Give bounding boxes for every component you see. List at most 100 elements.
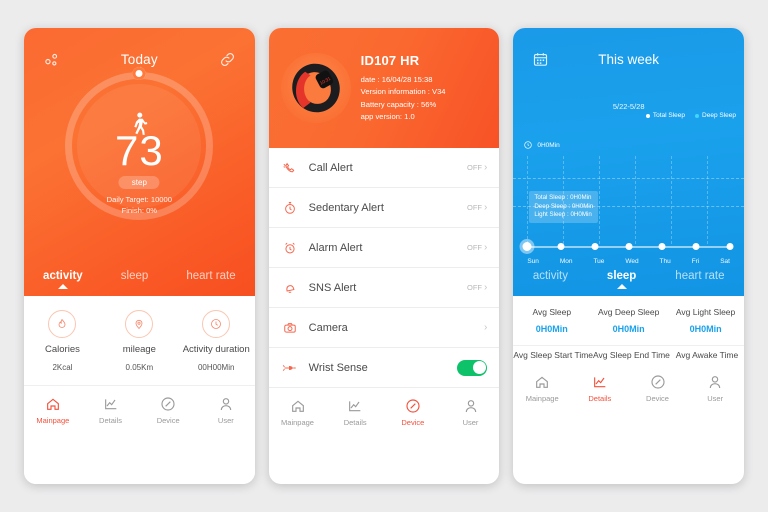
stat-avg-sleep-end-time: Avg Sleep End Time	[593, 346, 670, 364]
sleep-chart-hero: This week 5/22-5/28 Total Sleep Deep Sle…	[513, 28, 745, 296]
data-point-mon[interactable]	[557, 243, 565, 250]
tab-heart-rate[interactable]: heart rate	[671, 270, 728, 282]
tab-activity[interactable]: activity	[39, 270, 87, 282]
page-title: This week	[598, 51, 660, 67]
data-point-sun[interactable]	[522, 242, 532, 251]
date-range: 5/22-5/28	[612, 102, 645, 111]
stat-avg-awake-time: Avg Awake Time	[670, 346, 744, 364]
link-icon[interactable]	[215, 46, 241, 72]
tab-activity[interactable]: activity	[529, 270, 572, 282]
data-point-thu[interactable]	[658, 243, 666, 250]
stat-avg-sleep-start-time: Avg Sleep Start Time	[513, 346, 593, 364]
stat-label: Avg Sleep Start Time	[513, 350, 594, 360]
stat-label: Avg Light Sleep	[675, 307, 736, 317]
nav-device[interactable]: Device	[139, 396, 197, 425]
tab-sleep[interactable]: sleep	[117, 270, 153, 282]
wrist-sense-toggle[interactable]	[457, 359, 488, 376]
nav-details[interactable]: Details	[82, 396, 140, 425]
stat-label: Avg Sleep	[532, 307, 572, 317]
phone2-blank-area	[269, 436, 500, 484]
sleep-topbar: This week	[513, 28, 744, 90]
nav-mainpage[interactable]: Mainpage	[269, 398, 327, 427]
clock-icon	[202, 309, 231, 338]
chevron-right-icon: ›	[484, 201, 488, 213]
stat-mileage[interactable]: mileage 0.05Km	[101, 296, 178, 385]
row-control-group	[457, 359, 488, 376]
nav-label: User	[462, 417, 479, 427]
user-icon	[709, 375, 721, 388]
stat-avg-sleep: Avg Sleep 0H0Min	[513, 296, 590, 345]
nav-details[interactable]: Details	[571, 374, 629, 403]
phone-screen-sleep: This week 5/22-5/28 Total Sleep Deep Sle…	[513, 28, 745, 484]
x-label: Wed	[625, 258, 639, 265]
tab-heart-rate[interactable]: heart rate	[182, 270, 239, 282]
nav-user[interactable]: User	[442, 398, 500, 427]
moon-icon	[524, 141, 533, 149]
nav-label: Device	[156, 415, 180, 425]
sleep-stats: Avg Sleep 0H0Min Avg Deep Sleep 0H0Min A…	[513, 296, 745, 364]
device-battery: Battery capacity : 56%	[360, 99, 437, 109]
nav-label: User	[217, 415, 234, 425]
nav-mainpage[interactable]: Mainpage	[513, 374, 571, 403]
data-point-wed[interactable]	[625, 243, 633, 250]
data-point-fri[interactable]	[692, 243, 700, 250]
device-info: ID107 HR date : 16/04/28 15:38 Version i…	[361, 53, 446, 124]
row-sedentary-alert[interactable]: Sedentary Alert OFF ›	[268, 188, 500, 228]
stat-calories[interactable]: Calories 2Kcal	[24, 296, 101, 385]
nav-device[interactable]: Device	[384, 398, 442, 427]
chart-icon	[104, 398, 116, 409]
vgridline	[527, 156, 529, 244]
stat-activity-duration[interactable]: Activity duration 00H00Min	[178, 296, 255, 385]
x-label: Sun	[527, 258, 539, 265]
x-label: Fri	[691, 258, 700, 265]
nav-label: Details	[343, 417, 367, 427]
nav-mainpage[interactable]: Mainpage	[24, 396, 82, 425]
phone-screen-device: 10:31 ID107 HR date : 16/04/28 15:38 Ver…	[268, 28, 500, 484]
nav-label: Details	[99, 415, 122, 425]
sleep-tabbar: activity sleep heart rate	[513, 266, 744, 296]
stat-avg-light-sleep: Avg Light Sleep 0H0Min	[667, 296, 744, 345]
bell-icon	[281, 281, 299, 295]
row-camera[interactable]: Camera ›	[268, 308, 500, 348]
y-axis-label: 0H0Min	[523, 140, 560, 150]
stat-label: Avg Sleep End Time	[593, 350, 670, 360]
data-point-sat[interactable]	[726, 243, 734, 250]
row-label: Alarm Alert	[308, 241, 363, 254]
row-label: Wrist Sense	[308, 361, 368, 374]
alarm-clock-icon	[281, 241, 299, 255]
data-point-tue[interactable]	[591, 243, 599, 250]
row-sns-alert[interactable]: SNS Alert OFF ›	[268, 268, 500, 308]
phone-screen-activity: Today ⌄ 73 step Daily Target: 10000 Fini…	[24, 28, 255, 484]
phone3-blank-area	[513, 412, 744, 484]
nav-details[interactable]: Details	[326, 398, 384, 427]
row-alarm-alert[interactable]: Alarm Alert OFF ›	[268, 228, 500, 268]
chart-tooltip: Total Sleep : 0H0Min Deep Sleep : 0H0Min…	[529, 191, 599, 223]
activity-tabbar: activity sleep heart rate	[24, 266, 255, 296]
stat-label: Avg Awake Time	[675, 350, 739, 360]
row-wrist-sense[interactable]: Wrist Sense	[268, 348, 500, 388]
phone1-blank-area	[24, 434, 255, 484]
nav-user[interactable]: User	[686, 374, 744, 403]
phone-call-icon	[281, 161, 299, 175]
row-value-group: OFF ›	[467, 242, 487, 253]
stat-label: mileage	[122, 343, 156, 355]
nav-device[interactable]: Device	[629, 374, 687, 403]
nav-user[interactable]: User	[197, 396, 255, 425]
x-label: Mon	[559, 258, 573, 265]
row-label: SNS Alert	[308, 281, 357, 294]
chevron-right-icon: ›	[484, 321, 488, 333]
row-label: Sedentary Alert	[308, 201, 384, 214]
bottom-nav-phone2: Mainpage Details Device User	[269, 388, 500, 436]
tab-sleep[interactable]: sleep	[603, 270, 640, 282]
activity-stats-row: Calories 2Kcal mileage 0.05Km Activity d…	[24, 296, 255, 386]
nav-label: Mainpage	[36, 415, 70, 425]
camera-icon	[281, 321, 299, 335]
row-value: OFF	[467, 203, 482, 212]
vgridline	[707, 156, 709, 244]
legend-label: Total Sleep	[652, 112, 686, 119]
step-unit-badge: step	[118, 176, 160, 189]
row-value: OFF	[467, 243, 482, 252]
row-call-alert[interactable]: Call Alert OFF ›	[268, 148, 500, 188]
legend-dot-icon	[695, 113, 700, 118]
compass-icon	[406, 398, 420, 413]
